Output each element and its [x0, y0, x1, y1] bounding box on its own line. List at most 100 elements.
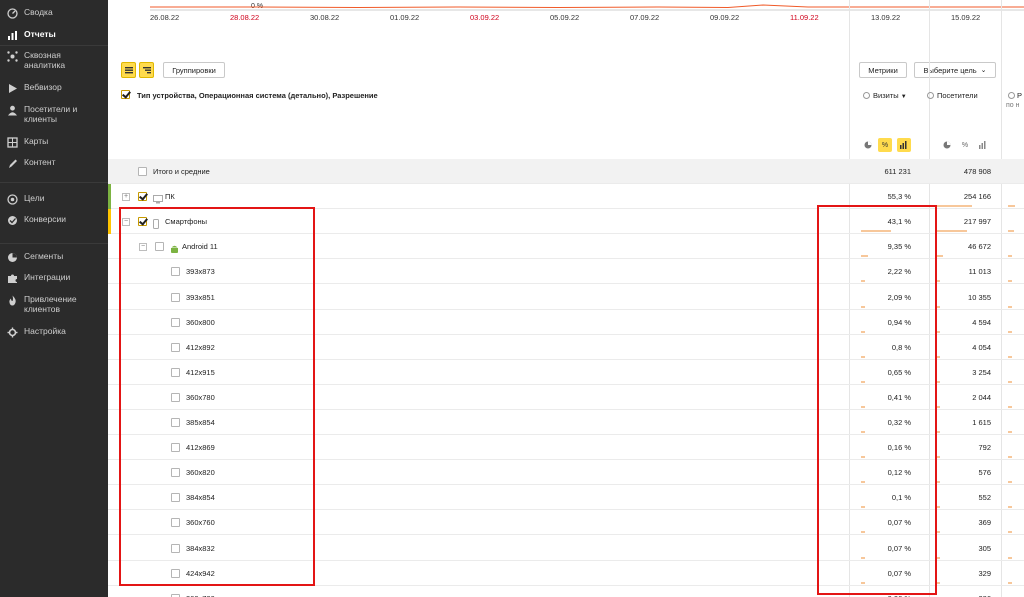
table-row[interactable]: 412x869 0,16 % 792 [108, 435, 1024, 460]
dimension-header-title[interactable]: Тип устройства, Операционная система (де… [137, 91, 378, 100]
row-checkbox[interactable] [171, 267, 180, 276]
visits-percent-view-button[interactable]: % [878, 138, 892, 152]
third-metric-share-bar [1008, 331, 1012, 333]
sidebar-item-label: Сквозная аналитика [24, 50, 66, 70]
row-checkbox[interactable] [138, 167, 147, 176]
row-checkbox[interactable] [171, 343, 180, 352]
sidebar-item-1[interactable]: Отчеты [0, 29, 108, 41]
sidebar-item-9[interactable]: Сегменты [0, 251, 108, 263]
row-checkbox[interactable] [171, 368, 180, 377]
sidebar-divider [0, 45, 108, 46]
table-row[interactable]: 360x820 0,12 % 576 [108, 460, 1024, 485]
row-checkbox[interactable] [171, 544, 180, 553]
visitors-share-bar [936, 255, 943, 257]
table-row[interactable]: + ПК 55,3 % 254 166 [108, 184, 1024, 209]
row-checkbox[interactable] [171, 393, 180, 402]
sidebar-item-10[interactable]: Интеграции [0, 272, 108, 284]
table-row[interactable]: 385x854 0,32 % 1 615 [108, 410, 1024, 435]
pie-icon [943, 141, 951, 149]
visits-share-bar [861, 506, 865, 508]
visitors-share-bar [936, 356, 940, 358]
sidebar-item-2[interactable]: Сквозная аналитика [0, 50, 108, 70]
sidebar-item-7[interactable]: Цели [0, 193, 108, 205]
row-label: 412x869 [186, 443, 215, 452]
visits-cell: 0,32 % [887, 418, 911, 427]
row-checkbox[interactable] [171, 318, 180, 327]
sidebar-item-5[interactable]: Карты [0, 136, 108, 148]
table-row[interactable]: 360x780 0,41 % 2 044 [108, 385, 1024, 410]
column-header-visits[interactable]: Визиты ▼ [863, 91, 907, 100]
row-checkbox[interactable] [171, 569, 180, 578]
visitors-cell: 1 615 [972, 418, 991, 427]
chart-x-tick: 01.09.22 [390, 13, 420, 22]
row-checkbox[interactable] [155, 242, 164, 251]
table-row[interactable]: 384x832 0,07 % 305 [108, 536, 1024, 561]
visitors-bars-view-button[interactable] [976, 138, 990, 152]
sidebar-item-4[interactable]: Посетители и клиенты [0, 104, 108, 124]
row-checkbox[interactable] [171, 468, 180, 477]
third-metric-share-bar [1008, 506, 1012, 508]
visits-cell: 0,41 % [887, 393, 911, 402]
pie-icon [6, 251, 18, 263]
visits-cell: 0,07 % [887, 544, 911, 553]
table-row[interactable]: 360x7800,06 %286 [108, 586, 1024, 597]
table-row[interactable]: 360x760 0,07 % 369 [108, 510, 1024, 535]
expand-icon[interactable]: + [122, 193, 130, 201]
row-checkbox[interactable] [171, 418, 180, 427]
table-row[interactable]: 412x892 0,8 % 4 054 [108, 335, 1024, 360]
table-row[interactable]: − Смартфоны 43,1 % 217 997 [108, 209, 1024, 234]
column-header-third[interactable]: Р [1008, 91, 1022, 100]
table-row[interactable]: 412x915 0,65 % 3 254 [108, 360, 1024, 385]
sidebar-item-0[interactable]: Сводка [0, 7, 108, 19]
sidebar-item-8[interactable]: Конверсии [0, 214, 108, 226]
sidebar-item-6[interactable]: Контент [0, 157, 108, 169]
sidebar-divider [0, 243, 108, 244]
row-checkbox[interactable] [171, 493, 180, 502]
view-tree-button[interactable] [139, 62, 154, 78]
puzzle-icon [6, 272, 18, 284]
conversion-icon [6, 214, 18, 226]
goal-select[interactable]: Выберите цель ⌄ [914, 62, 996, 78]
row-checkbox[interactable] [171, 293, 180, 302]
visits-bars-view-button[interactable] [897, 138, 911, 152]
table-row[interactable]: 393x851 2,09 % 10 355 [108, 285, 1024, 310]
row-checkbox[interactable] [171, 443, 180, 452]
collapse-icon[interactable]: − [139, 243, 147, 251]
table-row[interactable]: − Android 11 9,35 % 46 672 [108, 234, 1024, 259]
visits-pie-view-button[interactable] [861, 138, 875, 152]
visits-cell: 2,22 % [887, 267, 911, 276]
visitors-share-bar [936, 406, 940, 408]
table-row[interactable]: 360x800 0,94 % 4 594 [108, 310, 1024, 335]
visitors-cell: 478 908 [963, 167, 991, 176]
visitors-pie-view-button[interactable] [940, 138, 954, 152]
visitors-share-bar [936, 306, 940, 308]
row-checkbox[interactable] [138, 217, 147, 226]
column-header-visitors[interactable]: Посетители [927, 91, 978, 100]
visits-share-bar [861, 456, 865, 458]
row-checkbox[interactable] [138, 192, 147, 201]
sidebar-item-12[interactable]: Настройка [0, 326, 108, 338]
visits-share-bar [861, 582, 865, 584]
third-metric-share-bar [1008, 230, 1014, 232]
sidebar-item-3[interactable]: Вебвизор [0, 82, 108, 94]
table-row[interactable]: 424x942 0,07 % 329 [108, 561, 1024, 586]
collapse-icon[interactable]: − [122, 218, 130, 226]
chart-x-tick: 26.08.22 [150, 13, 180, 22]
info-icon [927, 92, 934, 99]
visitors-cell: 4 054 [972, 343, 991, 352]
sidebar-item-label: Посетители и клиенты [24, 104, 78, 124]
sidebar-item-11[interactable]: Привлечение клиентов [0, 294, 108, 314]
metrics-button[interactable]: Метрики [859, 62, 907, 78]
groupings-button[interactable]: Группировки [163, 62, 225, 78]
visitors-cell: 46 672 [968, 242, 991, 251]
row-checkbox[interactable] [171, 518, 180, 527]
bar-chart-icon [900, 141, 907, 149]
view-list-button[interactable] [121, 62, 136, 78]
table-row[interactable]: 384x854 0,1 % 552 [108, 485, 1024, 510]
dimension-header-checkbox[interactable] [121, 90, 130, 99]
totals-row[interactable]: Итого и средние 611 231 478 908 [108, 159, 1024, 184]
info-icon [863, 92, 870, 99]
table-row[interactable]: 393x873 2,22 % 11 013 [108, 259, 1024, 284]
visitors-percent-view-button[interactable]: % [958, 138, 972, 152]
row-label: 393x851 [186, 293, 215, 302]
